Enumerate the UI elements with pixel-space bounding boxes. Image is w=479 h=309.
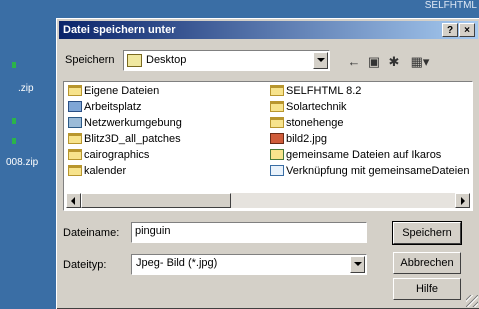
scroll-left-icon[interactable] — [66, 193, 81, 208]
desktop-icon-label[interactable]: .zip — [18, 83, 34, 94]
desktop-icon-label[interactable]: SELFHTML — [425, 0, 477, 11]
filetype-value: Jpeg- Bild (*.jpg) — [136, 257, 218, 269]
filename-value: pinguin — [135, 225, 171, 237]
chevron-down-icon[interactable] — [313, 52, 328, 69]
folder-icon — [68, 133, 82, 144]
file-name: Eigene Dateien — [84, 85, 160, 97]
network-icon — [68, 117, 82, 128]
location-value: Desktop — [146, 54, 187, 66]
file-name: stonehenge — [286, 117, 344, 129]
computer-icon — [68, 101, 82, 112]
desktop-icon-label[interactable]: 008.zip — [6, 157, 38, 168]
share-icon — [270, 149, 284, 160]
file-name: SELFHTML 8.2 — [286, 85, 362, 97]
dialog-title: Datei speichern unter — [63, 24, 176, 36]
file-list-item[interactable]: Arbeitsplatz — [68, 101, 141, 116]
cancel-button[interactable]: Abbrechen — [393, 252, 461, 274]
desktop-icon — [127, 54, 142, 67]
help-title-button[interactable]: ? — [442, 23, 458, 37]
file-name: Arbeitsplatz — [84, 101, 142, 113]
new-folder-icon[interactable]: ✱ — [384, 53, 404, 71]
save-as-dialog: Datei speichern unter ? × Speichern Desk… — [56, 18, 479, 309]
file-name: gemeinsame Dateien auf Ikaros — [286, 149, 442, 161]
desktop-icon — [12, 62, 16, 68]
save-button[interactable]: Speichern — [392, 221, 462, 245]
filename-label: Dateiname: — [63, 227, 120, 239]
filetype-dropdown[interactable]: Jpeg- Bild (*.jpg) — [131, 254, 367, 275]
file-list-item[interactable]: Blitz3D_all_patches — [68, 133, 181, 148]
file-name: Blitz3D_all_patches — [84, 133, 181, 145]
file-list-item[interactable]: gemeinsame Dateien auf Ikaros — [270, 149, 441, 164]
folder-icon — [270, 101, 284, 112]
folder-icon — [270, 85, 284, 96]
dialog-titlebar[interactable]: Datei speichern unter ? × — [59, 21, 478, 39]
file-list-item[interactable]: SELFHTML 8.2 — [270, 85, 361, 100]
desktop-icon — [12, 118, 16, 124]
file-name: bild2.jpg — [286, 133, 327, 145]
location-dropdown[interactable]: Desktop — [123, 50, 330, 71]
file-list-item[interactable]: Netzwerkumgebung — [68, 117, 182, 132]
folder-icon — [68, 85, 82, 96]
horizontal-scrollbar[interactable] — [66, 193, 470, 208]
folder-icon — [68, 149, 82, 160]
file-list-item[interactable]: Verknüpfung mit gemeinsameDateien — [270, 165, 469, 180]
scroll-right-icon[interactable] — [455, 193, 470, 208]
file-list-item[interactable]: stonehenge — [270, 117, 344, 132]
filename-input[interactable]: pinguin — [131, 222, 367, 243]
file-list-item[interactable]: kalender — [68, 165, 126, 180]
link-icon — [270, 165, 284, 176]
file-name: Solartechnik — [286, 101, 347, 113]
file-name: Netzwerkumgebung — [84, 117, 182, 129]
scroll-thumb[interactable] — [81, 193, 231, 208]
up-folder-icon[interactable]: ▣ — [364, 53, 384, 71]
file-list[interactable]: Eigene Dateien Arbeitsplatz Netzwerkumgebu… — [63, 81, 473, 211]
desktop-icon — [12, 138, 16, 144]
file-name: Verknüpfung mit gemeinsameDateien — [286, 165, 470, 177]
file-list-item[interactable]: Eigene Dateien — [68, 85, 159, 100]
filetype-label: Dateityp: — [63, 259, 107, 271]
file-name: kalender — [84, 165, 127, 177]
view-menu-icon[interactable]: ▦▾ — [406, 53, 434, 71]
folder-icon — [270, 117, 284, 128]
close-button[interactable]: × — [459, 23, 475, 37]
resize-grip-icon[interactable] — [466, 295, 478, 307]
chevron-down-icon[interactable] — [350, 256, 365, 273]
back-icon[interactable]: ← — [344, 53, 364, 71]
file-list-item[interactable]: Solartechnik — [270, 101, 347, 116]
image-icon — [270, 133, 284, 144]
help-button[interactable]: Hilfe — [393, 278, 461, 300]
file-list-item[interactable]: cairographics — [68, 149, 149, 164]
folder-icon — [68, 165, 82, 176]
desktop-background — [0, 0, 56, 308]
file-name: cairographics — [84, 149, 150, 161]
save-in-label: Speichern — [65, 54, 115, 66]
file-list-item[interactable]: bild2.jpg — [270, 133, 327, 148]
